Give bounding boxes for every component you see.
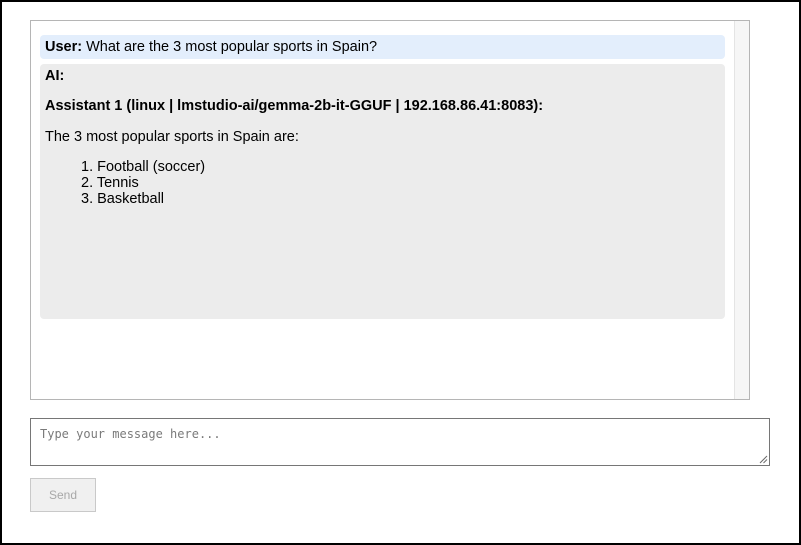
list-item: 3. Basketball (81, 191, 165, 207)
message-input-wrapper (30, 418, 770, 466)
resize-grip-icon[interactable] (759, 455, 768, 464)
user-message: User: What are the 3 most popular sports… (40, 35, 725, 59)
list-item: 2. Tennis (81, 175, 139, 191)
list-item: 1. Football (soccer) (81, 159, 206, 175)
message-input[interactable] (31, 419, 769, 465)
ai-label: AI: (45, 68, 65, 84)
app-frame: User: What are the 3 most popular sports… (0, 0, 801, 545)
answer-list: 1. Football (soccer) 2. Tennis 3. Basket… (45, 159, 205, 207)
send-button[interactable]: Send (30, 478, 96, 512)
ai-message: AI: Assistant 1 (linux | lmstudio-ai/gem… (40, 64, 725, 319)
chat-history[interactable]: User: What are the 3 most popular sports… (30, 20, 750, 400)
user-message-text: What are the 3 most popular sports in Sp… (86, 39, 378, 55)
answer-intro: The 3 most popular sports in Spain are: (45, 129, 299, 145)
assistant-header: Assistant 1 (linux | lmstudio-ai/gemma-2… (45, 98, 544, 114)
chat-scrollbar[interactable] (734, 21, 749, 399)
user-label: User: (45, 39, 83, 55)
